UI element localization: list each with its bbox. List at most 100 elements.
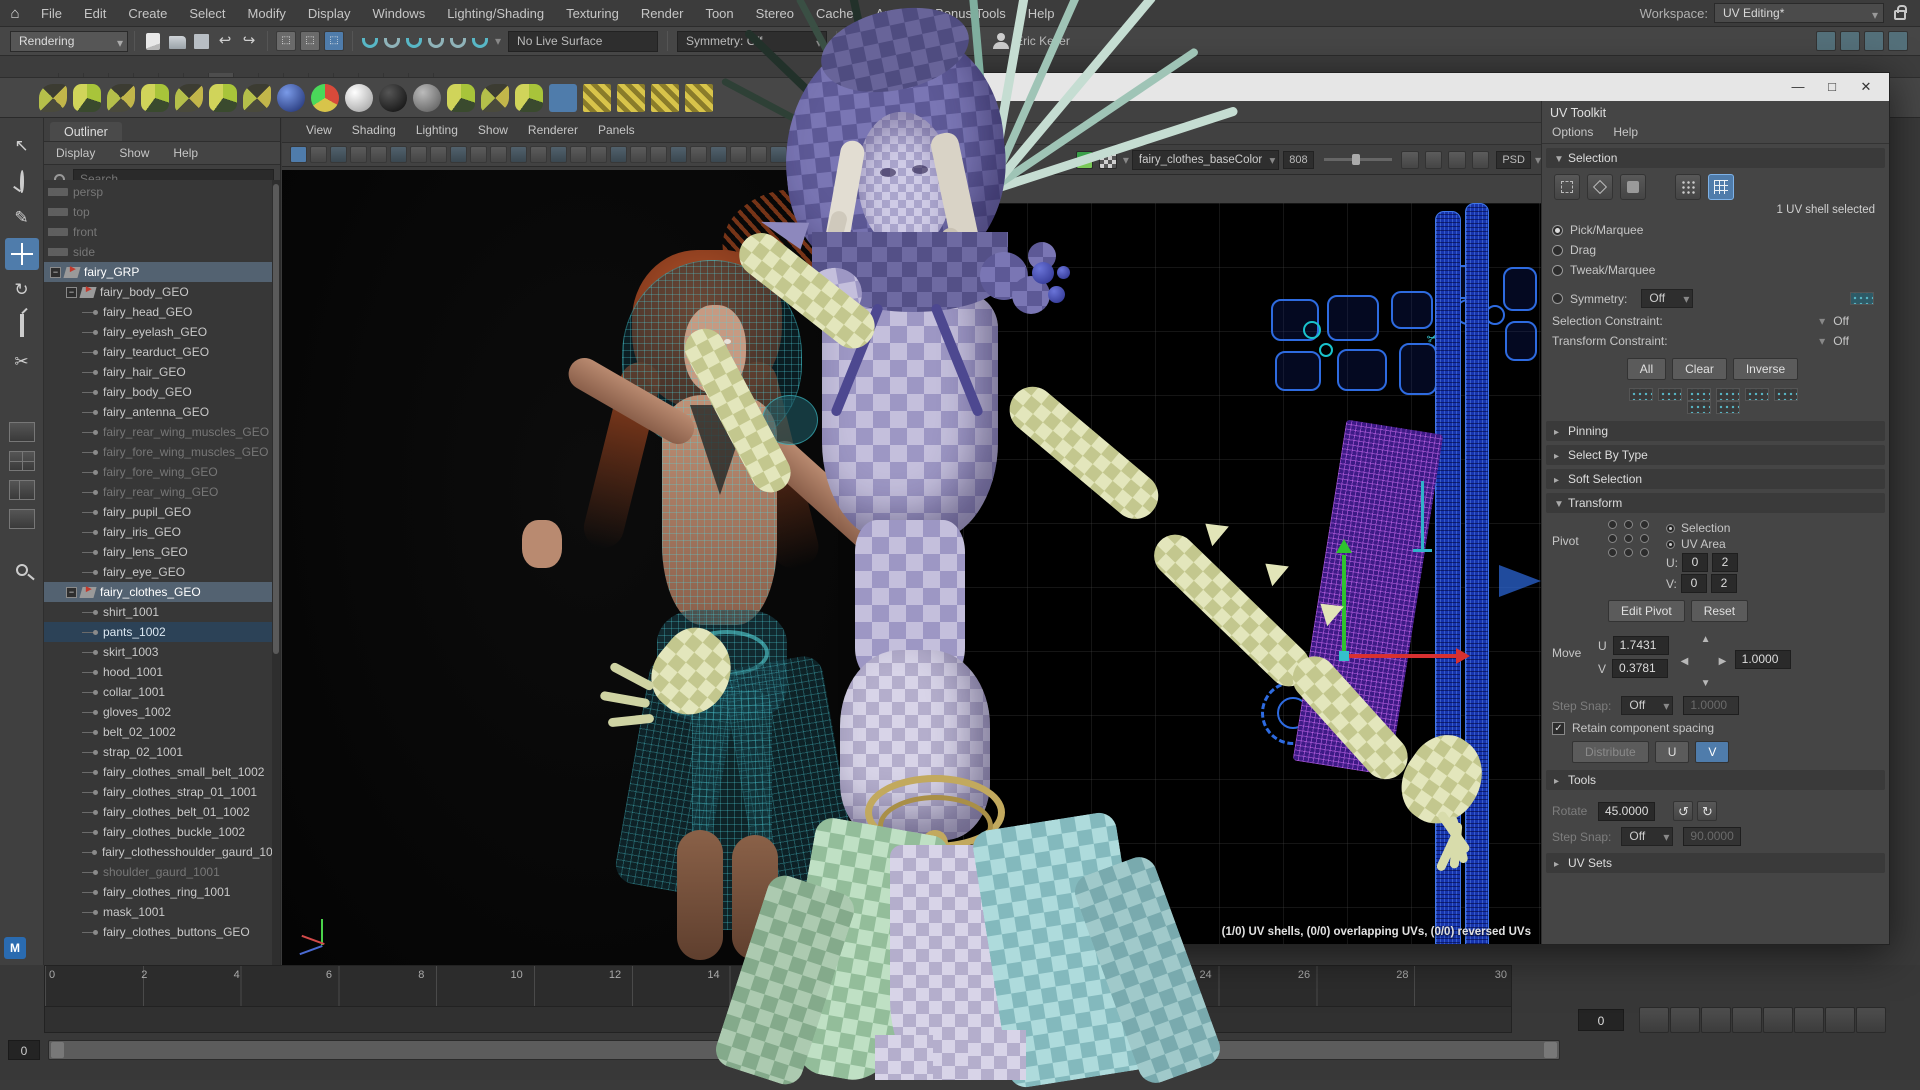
- outliner-row[interactable]: − fairy_clothes_GEO: [44, 582, 272, 602]
- distribute-button[interactable]: Distribute: [1572, 741, 1649, 763]
- radio-tweak-marquee[interactable]: [1552, 265, 1563, 276]
- persp-outliner-layout-button[interactable]: [9, 509, 35, 529]
- selection-constraint-value[interactable]: Off: [1833, 314, 1849, 328]
- outliner-row[interactable]: − fairy_body_GEO: [44, 282, 272, 302]
- shelf-tool-icon[interactable]: [685, 84, 713, 112]
- workspace-lock-icon[interactable]: [1894, 10, 1906, 20]
- transport-button[interactable]: [1670, 1007, 1700, 1033]
- range-start-field[interactable]: 0: [8, 1040, 40, 1060]
- uv-shell[interactable]: [1303, 321, 1321, 339]
- shelf-tool-icon[interactable]: [413, 84, 441, 112]
- uv-shell[interactable]: [1465, 203, 1489, 944]
- save-scene-icon[interactable]: [194, 34, 209, 49]
- outliner-row[interactable]: − fairy_pupil_GEO: [44, 502, 272, 522]
- viewport-toolbar-icon[interactable]: [690, 146, 707, 163]
- shelf-tab[interactable]: [234, 73, 259, 77]
- viewport-toolbar-icon[interactable]: [770, 146, 787, 163]
- viewport-menu-item[interactable]: Shading: [342, 120, 406, 140]
- rotate-ccw-button[interactable]: ↺: [1673, 801, 1693, 821]
- shelf-tool-icon[interactable]: [617, 84, 645, 112]
- viewport-toolbar-icon[interactable]: [470, 146, 487, 163]
- cut-sew-uv-tool-icon[interactable]: ✂: [5, 346, 39, 378]
- texture-dropdown[interactable]: fairy_clothes_baseColor▾: [1132, 150, 1279, 170]
- chevron-down-icon[interactable]: ▾: [495, 34, 501, 48]
- shelf-tool-icon[interactable]: [481, 84, 509, 112]
- outliner-row[interactable]: − side: [44, 242, 272, 262]
- two-pane-layout-button[interactable]: [9, 480, 35, 500]
- toolkit-menu-item[interactable]: Help: [1603, 123, 1648, 141]
- shelf-tab[interactable]: [309, 73, 334, 77]
- viewport-toolbar-icon[interactable]: [650, 146, 667, 163]
- viewport-menu-item[interactable]: Panels: [588, 120, 645, 140]
- workspace-dropdown[interactable]: UV Editing*▾: [1714, 3, 1884, 23]
- maximize-button[interactable]: □: [1815, 76, 1849, 98]
- transport-button[interactable]: [1701, 1007, 1731, 1033]
- shelf-tab[interactable]: [184, 73, 209, 77]
- symmetry-radio[interactable]: [1552, 293, 1563, 304]
- select-component-icon[interactable]: ⬚: [324, 31, 344, 51]
- shelf-tool-icon[interactable]: [345, 84, 373, 112]
- section-uv-sets[interactable]: ▸UV Sets: [1546, 853, 1885, 873]
- distribute-v-button[interactable]: V: [1695, 741, 1729, 763]
- viewport-toolbar-icon[interactable]: [530, 146, 547, 163]
- outliner-row[interactable]: − hood_1001: [44, 662, 272, 682]
- pixel-snap-icon[interactable]: [1425, 151, 1443, 169]
- viewport-toolbar-icon[interactable]: [750, 146, 767, 163]
- outliner-scrollbar[interactable]: [272, 180, 280, 965]
- viewport-toolbar-icon[interactable]: [350, 146, 367, 163]
- outliner-row[interactable]: − fairy_rear_wing_GEO: [44, 482, 272, 502]
- uv-canvas[interactable]: ✂ (1/0) UV shells, (0/0) overlapping UVs…: [899, 203, 1541, 944]
- menubar-item[interactable]: Stereo: [745, 0, 805, 27]
- outliner-row[interactable]: − shoulder_gaurd_1001: [44, 862, 272, 882]
- reset-pivot-button[interactable]: Reset: [1691, 600, 1748, 622]
- move-step-snap-dropdown[interactable]: Off▾: [1621, 696, 1673, 715]
- select-hierarchy-icon[interactable]: ⬚: [276, 31, 296, 51]
- pivot-u2-field[interactable]: 2: [1712, 553, 1738, 572]
- tree-expander-icon[interactable]: −: [66, 287, 77, 298]
- shelf-tool-icon[interactable]: [311, 84, 339, 112]
- outliner-row[interactable]: − fairy_clothes_belt_01_1002: [44, 802, 272, 822]
- move-up-button[interactable]: ▲: [1701, 634, 1711, 645]
- outliner-row[interactable]: − front: [44, 222, 272, 242]
- outliner-row[interactable]: − fairy_eyelash_GEO: [44, 322, 272, 342]
- viewport-toolbar-icon[interactable]: [790, 146, 807, 163]
- symmetry-dropdown[interactable]: Symmetry: Off▾: [677, 31, 827, 52]
- render-settings-icon[interactable]: [892, 33, 909, 50]
- select-vertex-icon[interactable]: [1554, 174, 1580, 200]
- viewport-canvas[interactable]: [282, 170, 898, 965]
- toggle-channel-box-icon[interactable]: [1888, 31, 1908, 51]
- viewport-toolbar-icon[interactable]: [730, 146, 747, 163]
- uv-shell[interactable]: [1435, 211, 1461, 944]
- menubar-item[interactable]: Cache: [805, 0, 865, 27]
- move-down-button[interactable]: ▼: [1701, 678, 1711, 689]
- snap-view-plane-icon[interactable]: [450, 38, 466, 48]
- convert-selection-icon[interactable]: [1716, 388, 1740, 401]
- convert-selection-icon[interactable]: [1774, 388, 1798, 401]
- menubar-item[interactable]: Create: [117, 0, 178, 27]
- rotate-step-snap-dropdown[interactable]: Off▾: [1621, 827, 1673, 846]
- rotate-cw-button[interactable]: ↻: [1697, 801, 1717, 821]
- outliner-row[interactable]: − fairy_fore_wing_GEO: [44, 462, 272, 482]
- outliner-tab[interactable]: Outliner: [50, 122, 122, 141]
- pivot-v2-field[interactable]: 2: [1711, 574, 1737, 593]
- menubar-item[interactable]: Lighting/Shading: [436, 0, 555, 27]
- shelf-tab[interactable]: [359, 73, 384, 77]
- viewport-toolbar-icon[interactable]: [370, 146, 387, 163]
- uv-editor-tab[interactable]: UV Editor: [905, 104, 984, 122]
- shelf-tab[interactable]: [209, 73, 234, 77]
- shelf-tool-icon[interactable]: [651, 84, 679, 112]
- viewport-toolbar-icon[interactable]: [570, 146, 587, 163]
- outliner-row[interactable]: − fairy_antenna_GEO: [44, 402, 272, 422]
- retain-spacing-checkbox[interactable]: ✓: [1552, 722, 1565, 735]
- viewport-toolbar-icon[interactable]: [610, 146, 627, 163]
- outliner-row[interactable]: − fairy_rear_wing_muscles_GEO: [44, 422, 272, 442]
- selected-uv-shell[interactable]: [1293, 419, 1444, 775]
- symmetry-grid-icon[interactable]: [1850, 292, 1874, 305]
- section-pinning[interactable]: ▸Pinning: [1546, 421, 1885, 441]
- transform-constraint-value[interactable]: Off: [1833, 334, 1849, 348]
- section-transform[interactable]: ▼Transform: [1546, 493, 1885, 513]
- section-selection[interactable]: ▼Selection: [1546, 148, 1885, 168]
- uv-shell[interactable]: [1503, 267, 1537, 311]
- viewport-toolbar-icon[interactable]: [450, 146, 467, 163]
- select-object-icon[interactable]: ⬚: [300, 31, 320, 51]
